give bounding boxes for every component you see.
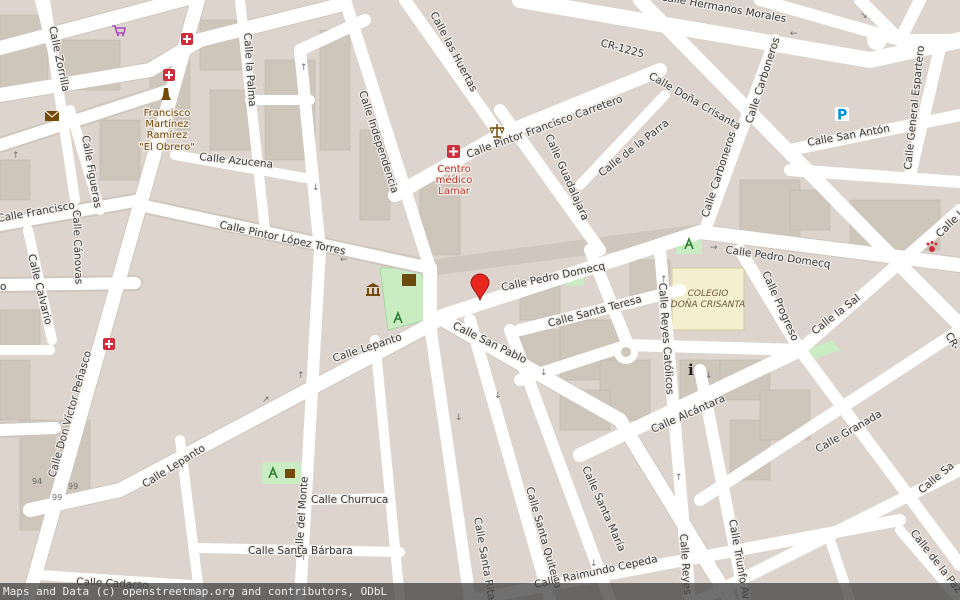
- information-icon[interactable]: i: [688, 361, 694, 379]
- svg-text:↓: ↓: [705, 371, 713, 381]
- house-number: 94: [32, 477, 42, 486]
- poi-label-colegio-line-2: DOÑA CRISANTA: [671, 299, 745, 310]
- pharmacy-icon[interactable]: [163, 69, 175, 81]
- svg-text:↗: ↗: [262, 395, 270, 405]
- svg-text:↑: ↑: [297, 371, 305, 381]
- parking-icon[interactable]: P: [835, 107, 849, 124]
- svg-text:←: ←: [790, 29, 798, 39]
- pharmacy-icon[interactable]: [181, 33, 193, 45]
- svg-text:↓: ↓: [540, 368, 548, 378]
- poi-label-francisco-line-2: Martínez: [145, 118, 188, 130]
- school-grounds: [671, 267, 745, 331]
- street-label-santa-barbara: Calle Santa Bárbara: [248, 545, 353, 557]
- svg-text:↓: ↓: [312, 183, 320, 193]
- svg-text:↑: ↑: [12, 151, 20, 161]
- post-office-icon[interactable]: [44, 110, 60, 121]
- pharmacy-icon[interactable]: [447, 145, 460, 158]
- house-number: 99: [68, 482, 78, 491]
- poi-label-colegio-line-1: COLEGIO: [688, 289, 729, 299]
- svg-text:↓: ↓: [455, 413, 463, 423]
- svg-text:↑: ↑: [300, 63, 308, 73]
- poi-label-centro-line-1: Centro: [437, 164, 470, 175]
- poi-label-centro-line-2: médico: [436, 174, 473, 186]
- roundabout-north: [867, 30, 887, 50]
- poi-label-francisco-line-1: Francisco: [144, 108, 191, 119]
- poi-label-centro-line-3: Lamar: [438, 186, 471, 197]
- poi-label-francisco-line-4: "El Obrero": [139, 142, 195, 153]
- map-layer[interactable]: ↑ ↓ ↑ ↗ ↓ ↓ ↓ ↑ ↑ ↓ → ↘ ← ↓ ↑ ← ↓ ↑ Call…: [0, 0, 960, 600]
- poi-label-francisco-line-3: Ramírez: [147, 129, 188, 141]
- house-number: 99: [52, 493, 62, 502]
- map-canvas[interactable]: ↑ ↓ ↑ ↗ ↓ ↓ ↓ ↑ ↑ ↓ → ↘ ← ↓ ↑ ← ↓ ↑ Call…: [0, 0, 960, 600]
- svg-text:→: →: [710, 243, 718, 253]
- map-attribution: Maps and Data (c) openstreetmap.org and …: [0, 583, 960, 600]
- playground-park: [262, 462, 302, 484]
- svg-text:↓: ↓: [494, 391, 502, 401]
- svg-text:↘: ↘: [860, 11, 868, 21]
- playground-icon[interactable]: [402, 274, 416, 286]
- street-label-churruca: Calle Churruca: [311, 494, 388, 506]
- roundabout-island: [621, 347, 631, 357]
- svg-text:↑: ↑: [675, 473, 683, 483]
- svg-text:P: P: [837, 108, 847, 124]
- svg-text:i: i: [688, 361, 694, 379]
- pharmacy-icon[interactable]: [103, 338, 115, 350]
- street-label-o-edge: o: [0, 281, 6, 293]
